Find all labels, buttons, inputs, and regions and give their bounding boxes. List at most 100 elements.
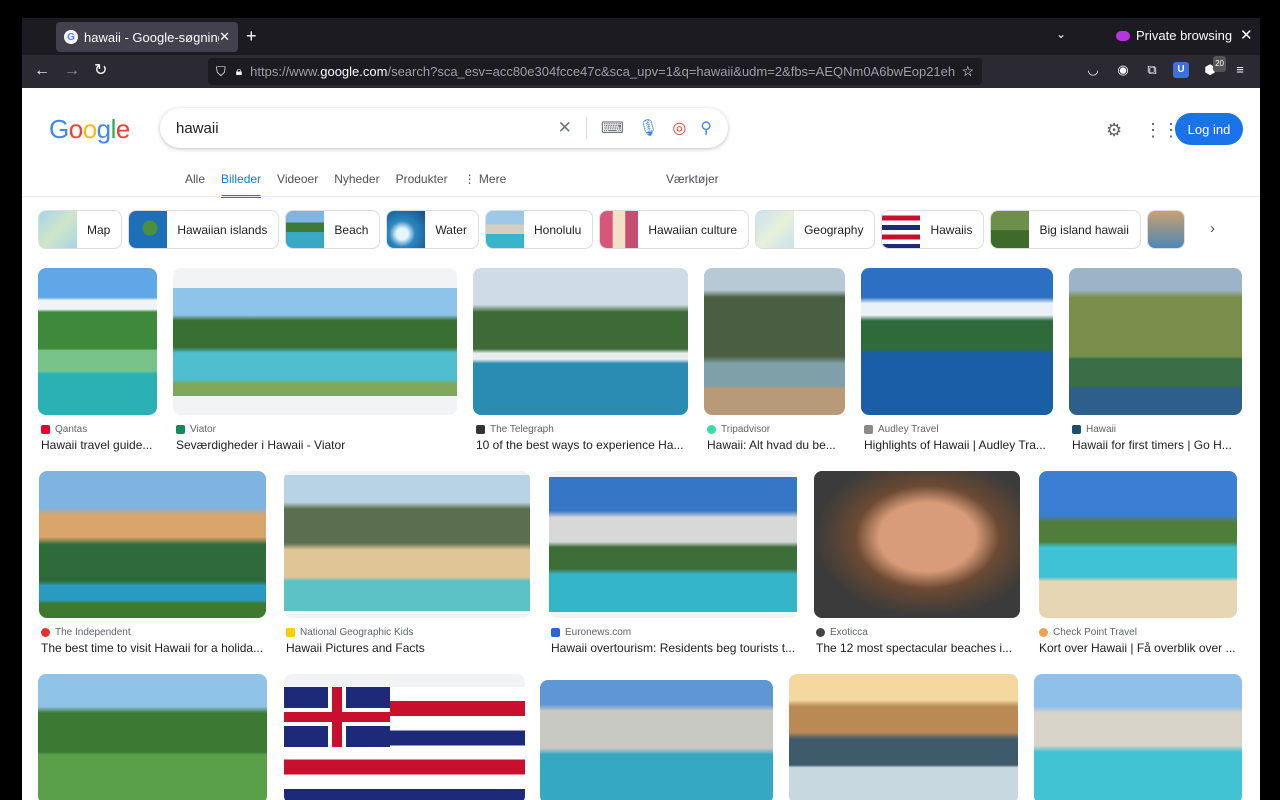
search-icon[interactable]: ⚲ (700, 118, 712, 138)
chip-water[interactable]: Water (386, 210, 479, 249)
keyboard-icon[interactable]: ⌨ (601, 118, 624, 138)
result-source[interactable]: Audley Travel (864, 424, 939, 435)
result-title[interactable]: Hawaii Pictures and Facts (286, 641, 530, 655)
result-source[interactable]: The Independent (41, 627, 131, 638)
menu-icon[interactable]: ≡ (1232, 62, 1248, 78)
result-image[interactable] (540, 680, 773, 800)
chip-beach[interactable]: Beach (285, 210, 381, 249)
window-close-icon[interactable]: ✕ (1240, 26, 1253, 44)
close-tab-icon[interactable]: ✕ (219, 29, 230, 45)
bookmark-star-icon[interactable]: ☆ (961, 63, 974, 80)
chip-label: Map (87, 222, 111, 237)
chip-thumbnail (286, 211, 325, 248)
pocket-icon[interactable]: ◡ (1085, 62, 1101, 78)
tools-button[interactable]: Værktøjer (666, 172, 719, 186)
result-source[interactable]: Viator (176, 424, 216, 435)
lock-icon[interactable]: 🔒︎ (236, 64, 242, 79)
result-title[interactable]: Hawaii overtourism: Residents beg touris… (551, 641, 797, 655)
chip-geography[interactable]: Geography (755, 210, 876, 249)
result-image[interactable] (173, 268, 457, 415)
result-image[interactable] (38, 674, 267, 800)
chevron-down-icon[interactable]: ⌄ (1056, 27, 1066, 41)
tab-images[interactable]: Billeder (221, 172, 262, 198)
tab-all[interactable]: Alle (185, 172, 205, 196)
chip-thumbnail (991, 211, 1030, 248)
result-image[interactable] (704, 268, 845, 415)
tab-bar: G hawaii - Google-søgning ✕ + ⌄ Private … (22, 18, 1260, 55)
result-image[interactable] (1069, 268, 1242, 415)
result-title[interactable]: Hawaii for first timers | Go H... (1072, 438, 1242, 452)
source-favicon-icon (551, 628, 560, 637)
result-source[interactable]: Hawaii (1072, 424, 1116, 435)
browser-tab[interactable]: G hawaii - Google-søgning ✕ (56, 22, 238, 52)
google-page: Google ✕ ⌨ 🎙︎ ◎ ⚲ ⚙ ⋮⋮ Log ind Alle Bill… (22, 88, 1260, 800)
google-favicon-icon: G (64, 30, 78, 44)
address-bar[interactable]: ⛉ 🔒︎ https://www.google.com/search?sca_e… (208, 58, 982, 85)
microphone-icon[interactable]: 🎙︎ (638, 118, 658, 138)
result-image[interactable] (39, 471, 266, 618)
result-image[interactable] (473, 268, 688, 415)
ublock-icon[interactable]: ⬢ 20 (1202, 56, 1226, 78)
result-title[interactable]: The best time to visit Hawaii for a holi… (41, 641, 266, 655)
result-image[interactable] (789, 674, 1018, 800)
search-input[interactable] (176, 119, 544, 137)
chip-overflow[interactable] (1146, 210, 1185, 249)
result-source[interactable]: Tripadvisor (707, 424, 770, 435)
tab-more[interactable]: ⋮ Mere (464, 172, 507, 196)
source-favicon-icon (286, 628, 295, 637)
chevron-right-icon[interactable]: › (1210, 220, 1215, 237)
private-mask-icon (1116, 30, 1130, 41)
result-title[interactable]: 10 of the best ways to experience Ha... (476, 438, 688, 452)
bitwarden-icon[interactable]: U (1173, 62, 1189, 78)
forward-arrow-icon[interactable]: → (64, 61, 80, 81)
lens-icon[interactable]: ◎ (672, 118, 686, 138)
login-button[interactable]: Log ind (1175, 113, 1243, 145)
tab-videos[interactable]: Videoer (277, 172, 318, 196)
chip-thumbnail (1147, 211, 1184, 248)
result-image[interactable] (861, 268, 1053, 415)
reload-icon[interactable]: ↻ (94, 61, 107, 81)
result-title[interactable]: Seværdigheder i Hawaii - Viator (176, 438, 460, 452)
new-tab-icon[interactable]: + (246, 26, 257, 46)
result-image[interactable] (549, 471, 797, 618)
tab-news[interactable]: Nyheder (334, 172, 379, 196)
result-image[interactable] (814, 471, 1020, 618)
chip-map[interactable]: Map (38, 210, 123, 249)
chip-hawaiian-islands[interactable]: Hawaiian islands (128, 210, 280, 249)
result-image[interactable] (1039, 471, 1237, 618)
clear-icon[interactable]: ✕ (558, 118, 572, 138)
source-favicon-icon (1039, 628, 1048, 637)
chip-honolulu[interactable]: Honolulu (484, 210, 594, 249)
chip-hawaiian-culture[interactable]: Hawaiian culture (599, 210, 750, 249)
browser-window: G hawaii - Google-søgning ✕ + ⌄ Private … (22, 18, 1260, 800)
result-image[interactable] (38, 268, 157, 415)
result-source[interactable]: Check Point Travel (1039, 627, 1137, 638)
extension-badge: 20 (1213, 56, 1226, 72)
account-icon[interactable]: ◉ (1115, 62, 1131, 78)
result-title[interactable]: Hawaii: Alt hvad du be... (707, 438, 845, 452)
back-arrow-icon[interactable]: ← (34, 61, 50, 81)
url-text[interactable]: https://www.google.com/search?sca_esv=ac… (250, 64, 955, 79)
tab-products[interactable]: Produkter (396, 172, 448, 196)
result-source[interactable]: Euronews.com (551, 627, 631, 638)
chip-big-island-hawaii[interactable]: Big island hawaii (990, 210, 1141, 249)
result-source[interactable]: Qantas (41, 424, 87, 435)
result-title[interactable]: Hawaii travel guide... (41, 438, 157, 452)
result-image[interactable] (284, 471, 530, 618)
result-source[interactable]: Exoticca (816, 627, 868, 638)
shield-icon[interactable]: ⛉ (216, 64, 226, 80)
result-source[interactable]: The Telegraph (476, 424, 554, 435)
result-title[interactable]: Kort over Hawaii | Få overblik over ... (1039, 641, 1237, 655)
result-image[interactable] (1034, 674, 1242, 800)
chip-thumbnail (485, 211, 524, 248)
extensions-icon[interactable]: ⧉ (1144, 62, 1160, 78)
result-source[interactable]: National Geographic Kids (286, 627, 413, 638)
google-logo[interactable]: Google (49, 114, 130, 145)
chip-label: Water (435, 222, 467, 237)
result-title[interactable]: The 12 most spectacular beaches i... (816, 641, 1020, 655)
gear-icon[interactable]: ⚙ (1106, 120, 1122, 141)
result-title[interactable]: Highlights of Hawaii | Audley Tra... (864, 438, 1053, 452)
chip-thumbnail (756, 211, 795, 248)
chip-hawaiis[interactable]: Hawaiis (881, 210, 985, 249)
result-image[interactable] (284, 674, 525, 800)
